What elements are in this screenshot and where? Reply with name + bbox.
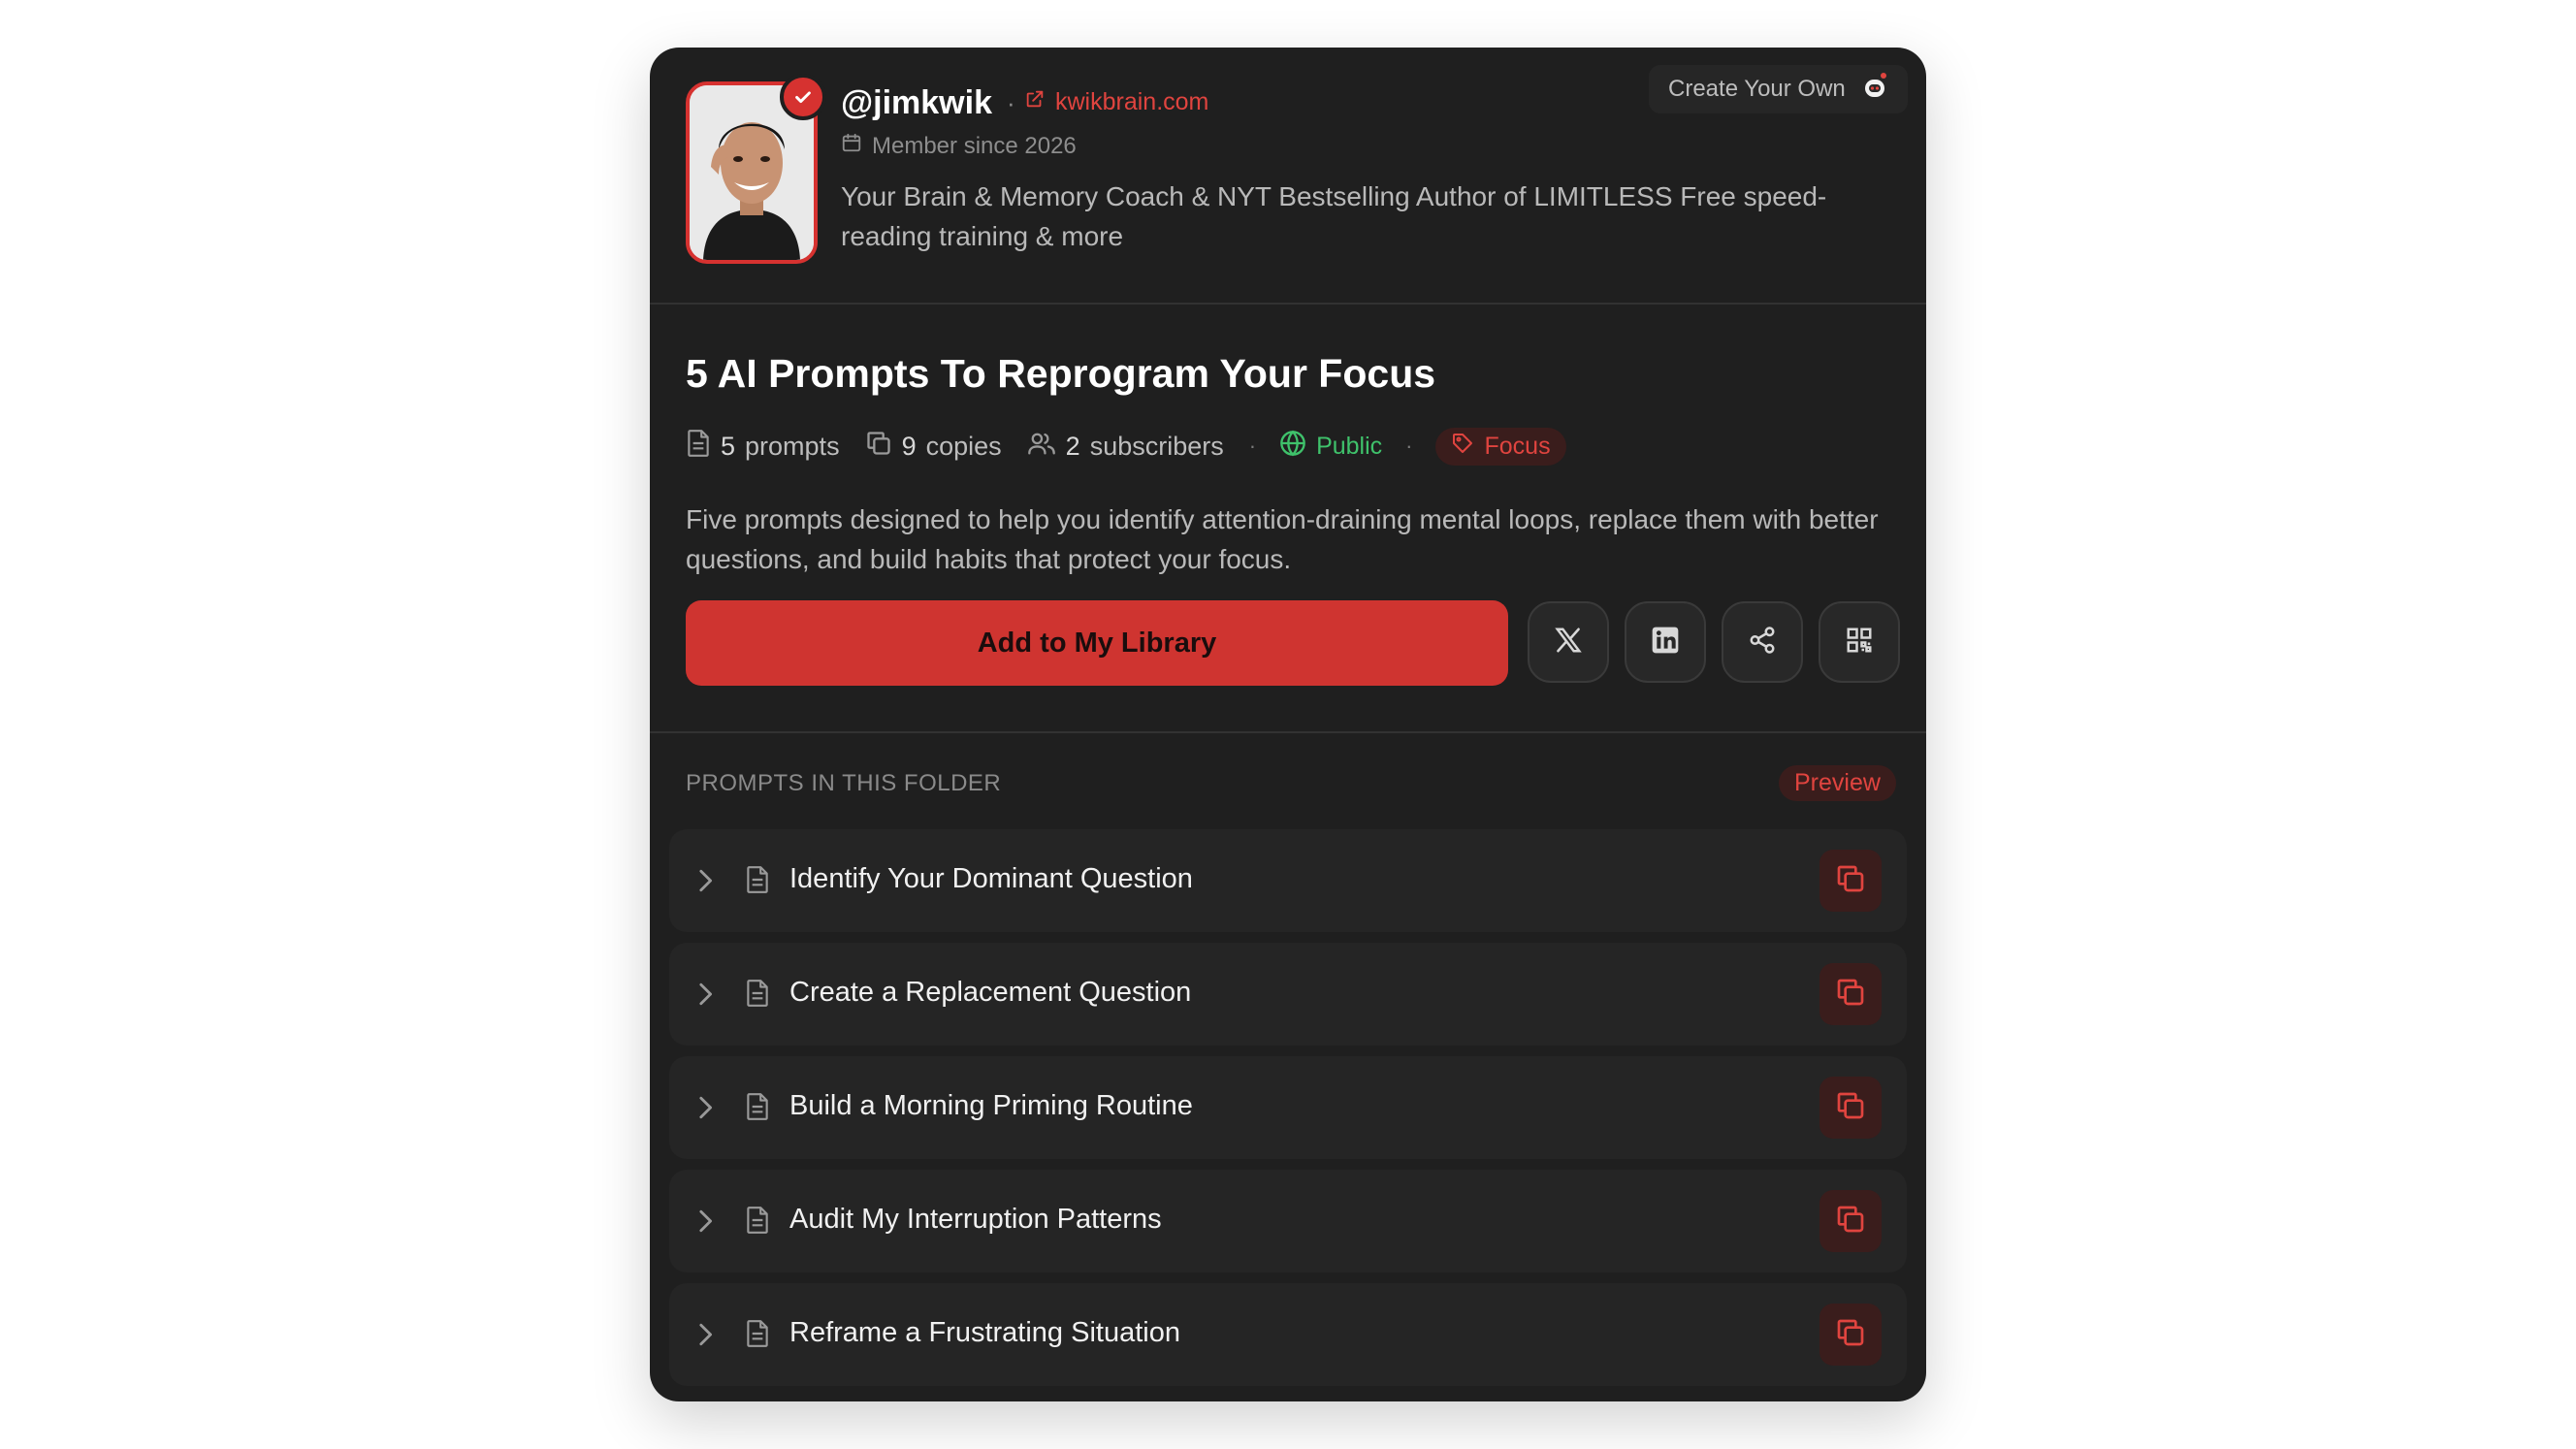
member-since: Member since 2026: [841, 132, 1077, 160]
separator-dot: ·: [1007, 88, 1015, 117]
copies-stat: 9 copies: [865, 430, 1002, 464]
prompts-count: 5: [721, 431, 736, 461]
robot-icon: [1861, 72, 1888, 108]
separator-dot: ·: [1405, 434, 1413, 458]
external-link-icon: [1024, 88, 1046, 116]
profile-bio: Your Brain & Memory Coach & NYT Bestsell…: [841, 181, 1827, 251]
document-icon: [745, 1092, 770, 1126]
share-icon: [1748, 626, 1777, 660]
chevron-right-icon[interactable]: [696, 1321, 714, 1353]
subscribers-count: 2: [1065, 431, 1080, 461]
visibility-text: Public: [1316, 432, 1383, 460]
prompts-section-label: PROMPTS IN THIS FOLDER: [686, 770, 1002, 796]
chevron-right-icon[interactable]: [696, 981, 714, 1013]
qr-code-icon: [1845, 626, 1874, 660]
share-button[interactable]: [1722, 601, 1803, 683]
separator-dot: ·: [1248, 434, 1257, 458]
section-divider: [650, 731, 1926, 733]
document-icon: [745, 979, 770, 1013]
prompt-title: Audit My Interruption Patterns: [789, 1204, 1162, 1235]
copy-icon: [1835, 1090, 1866, 1126]
folder-card: @jimkwik · kwikbrain.com Member since 20…: [650, 48, 1926, 1401]
prompt-row[interactable]: Reframe a Frustrating Situation: [669, 1283, 1907, 1386]
prompt-row[interactable]: Build a Morning Priming Routine: [669, 1056, 1907, 1159]
prompt-title: Build a Morning Priming Routine: [789, 1090, 1193, 1121]
share-x-button[interactable]: [1528, 601, 1609, 683]
add-to-library-button[interactable]: Add to My Library: [686, 600, 1508, 686]
folder-title: 5 AI Prompts To Reprogram Your Focus: [686, 351, 1436, 396]
globe-icon: [1279, 430, 1306, 464]
copy-prompt-button[interactable]: [1819, 850, 1882, 912]
share-linkedin-button[interactable]: [1625, 601, 1706, 683]
subscribers-stat: 2 subscribers: [1027, 430, 1224, 464]
linkedin-icon: [1650, 625, 1681, 660]
copy-icon: [1835, 863, 1866, 899]
prompt-title: Reframe a Frustrating Situation: [789, 1317, 1180, 1348]
chevron-right-icon[interactable]: [696, 1094, 714, 1126]
profile-handle[interactable]: @jimkwik: [841, 84, 992, 122]
calendar-icon: [841, 132, 862, 160]
prompts-label: prompts: [745, 431, 840, 461]
prompt-title: Identify Your Dominant Question: [789, 863, 1193, 894]
member-since-text: Member since 2026: [872, 132, 1077, 159]
copy-icon: [865, 430, 892, 464]
prompts-stat: 5 prompts: [686, 429, 840, 465]
copy-icon: [1835, 1204, 1866, 1240]
create-your-own-label: Create Your Own: [1668, 76, 1846, 102]
website-link[interactable]: kwikbrain.com: [1024, 88, 1208, 116]
create-your-own-button[interactable]: Create Your Own: [1649, 65, 1908, 113]
tag-text: Focus: [1484, 432, 1551, 460]
visibility-badge: Public: [1279, 430, 1382, 464]
folder-description: Five prompts designed to help you identi…: [686, 504, 1879, 574]
profile-header: @jimkwik · kwikbrain.com Member since 20…: [650, 48, 1926, 305]
copy-icon: [1835, 1317, 1866, 1353]
copies-count: 9: [901, 431, 917, 461]
chevron-right-icon[interactable]: [696, 1208, 714, 1240]
folder-stats: 5 prompts 9 copies 2 subscribers · Publi…: [686, 427, 1566, 466]
copy-prompt-button[interactable]: [1819, 963, 1882, 1025]
subscribers-label: subscribers: [1089, 431, 1224, 461]
copy-prompt-button[interactable]: [1819, 1077, 1882, 1139]
document-icon: [686, 429, 711, 465]
preview-button[interactable]: Preview: [1779, 765, 1896, 801]
copy-icon: [1835, 977, 1866, 1013]
qr-code-button[interactable]: [1819, 601, 1900, 683]
copy-prompt-button[interactable]: [1819, 1190, 1882, 1252]
chevron-right-icon[interactable]: [696, 867, 714, 899]
verified-check-icon: [780, 74, 826, 120]
document-icon: [745, 1319, 770, 1353]
copy-prompt-button[interactable]: [1819, 1304, 1882, 1366]
tag-badge[interactable]: Focus: [1435, 427, 1566, 466]
users-icon: [1027, 430, 1056, 464]
prompt-title: Create a Replacement Question: [789, 977, 1192, 1008]
prompt-row[interactable]: Audit My Interruption Patterns: [669, 1170, 1907, 1272]
document-icon: [745, 1206, 770, 1240]
prompt-row[interactable]: Create a Replacement Question: [669, 943, 1907, 1046]
x-logo-icon: [1554, 626, 1583, 660]
website-text: kwikbrain.com: [1055, 88, 1209, 115]
prompt-row[interactable]: Identify Your Dominant Question: [669, 829, 1907, 932]
document-icon: [745, 865, 770, 899]
tag-icon: [1451, 432, 1474, 462]
copies-label: copies: [925, 431, 1002, 461]
